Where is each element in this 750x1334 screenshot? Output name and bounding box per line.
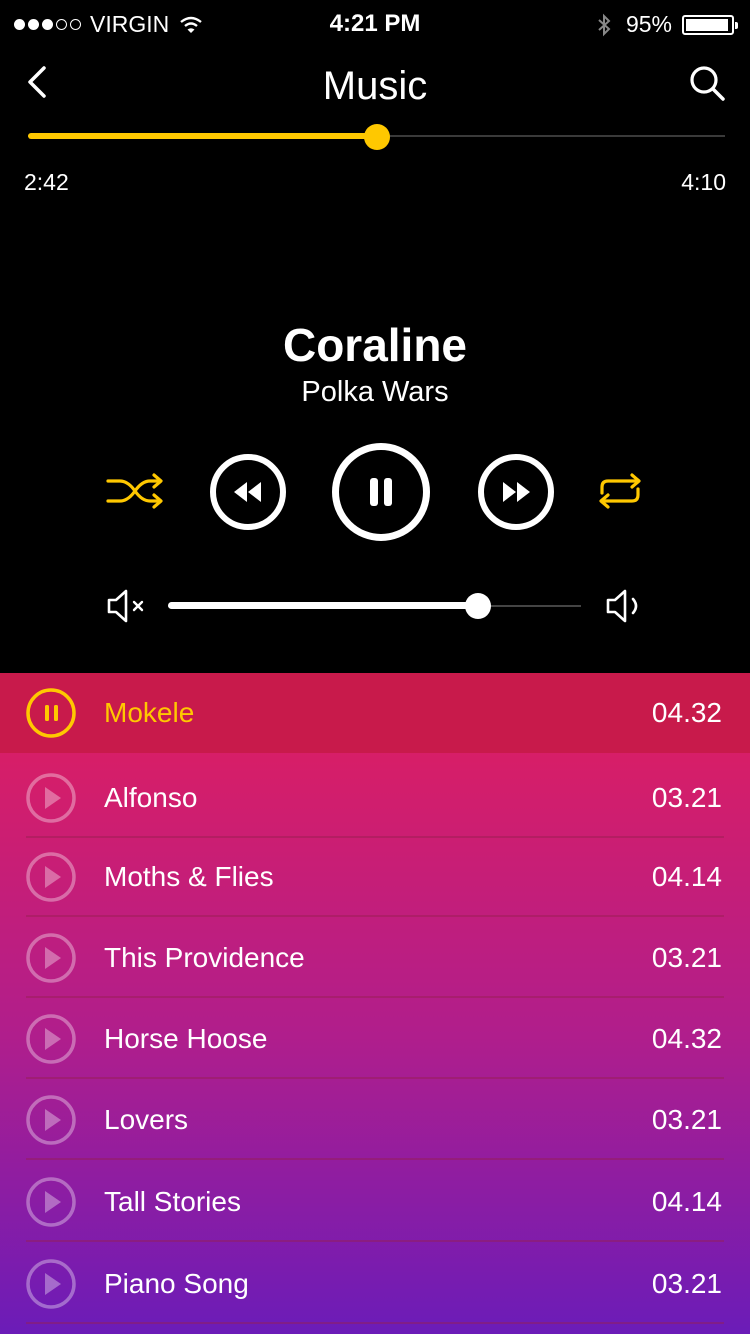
pause-icon[interactable] (26, 688, 76, 738)
playlist-row[interactable]: Piano Song 03.21 (0, 1244, 750, 1324)
play-icon[interactable] (26, 773, 76, 823)
playlist-row[interactable]: This Providence 03.21 (0, 918, 750, 998)
progress-handle[interactable] (363, 124, 390, 150)
song-duration: 04.32 (651, 697, 722, 728)
song-name: Alfonso (104, 782, 198, 813)
elapsed-time: 2:42 (24, 169, 69, 195)
song-duration: 03.21 (651, 782, 722, 813)
row-divider (26, 1322, 724, 1324)
playlist-row[interactable]: Horse Hoose 04.32 (0, 999, 750, 1079)
song-name: Piano Song (104, 1268, 249, 1299)
fast-forward-icon (503, 482, 530, 502)
status-bar: VIRGIN 4:21 PM 95% (0, 0, 750, 46)
song-name: This Providence (104, 942, 305, 973)
pause-icon (370, 478, 392, 506)
song-name: Lovers (104, 1104, 189, 1135)
row-divider (26, 915, 724, 917)
volume-handle[interactable] (464, 593, 491, 619)
search-icon[interactable] (686, 62, 730, 106)
status-right: 95% (596, 11, 738, 38)
volume-mute-icon[interactable] (106, 588, 150, 624)
song-duration: 03.21 (651, 1104, 722, 1135)
battery-fill (686, 18, 728, 31)
battery-icon (682, 14, 738, 35)
playlist-row[interactable]: Tall Stories 04.14 (0, 1162, 750, 1242)
song-name: Horse Hoose (104, 1023, 268, 1054)
song-duration: 04.32 (651, 1023, 722, 1054)
song-name: Mokele (104, 697, 195, 728)
playlist: Mokele 04.32 Alfonso 03.21 Moths & Flies 04.1… (0, 673, 750, 1334)
shuffle-icon[interactable] (106, 472, 164, 510)
page-title: Music (322, 64, 428, 108)
song-duration: 03.21 (651, 942, 722, 973)
row-divider (26, 1077, 724, 1079)
rewind-button[interactable] (210, 454, 286, 530)
fast-forward-button[interactable] (478, 454, 554, 530)
playlist-row[interactable]: Lovers 03.21 (0, 1080, 750, 1160)
row-divider (26, 996, 724, 998)
row-divider (26, 1240, 724, 1242)
bluetooth-icon (598, 13, 611, 36)
battery-percent: 95% (625, 11, 672, 37)
song-duration: 04.14 (651, 861, 722, 892)
rewind-icon (234, 482, 261, 502)
play-icon[interactable] (26, 1095, 76, 1145)
play-icon[interactable] (26, 933, 76, 983)
progress-fill (28, 133, 377, 139)
volume-fill (168, 602, 478, 609)
playlist-row[interactable]: Mokele 04.32 (0, 673, 750, 753)
play-icon[interactable] (26, 1177, 76, 1227)
song-title: Coraline (282, 319, 468, 371)
song-name: Tall Stories (104, 1186, 241, 1217)
playlist-row[interactable]: Moths & Flies 04.14 (0, 837, 750, 917)
pause-button[interactable] (332, 443, 430, 541)
volume-up-icon[interactable] (604, 588, 648, 624)
total-time: 4:10 (681, 169, 726, 195)
repeat-icon[interactable] (596, 471, 644, 511)
playlist-row[interactable]: Alfonso 03.21 (0, 758, 750, 838)
play-icon[interactable] (26, 852, 76, 902)
song-artist: Polka Wars (301, 376, 449, 408)
play-icon[interactable] (26, 1259, 76, 1309)
song-duration: 03.21 (651, 1268, 722, 1299)
song-duration: 04.14 (651, 1186, 722, 1217)
row-divider (26, 1158, 724, 1160)
song-name: Moths & Flies (104, 861, 274, 892)
play-icon[interactable] (26, 1014, 76, 1064)
